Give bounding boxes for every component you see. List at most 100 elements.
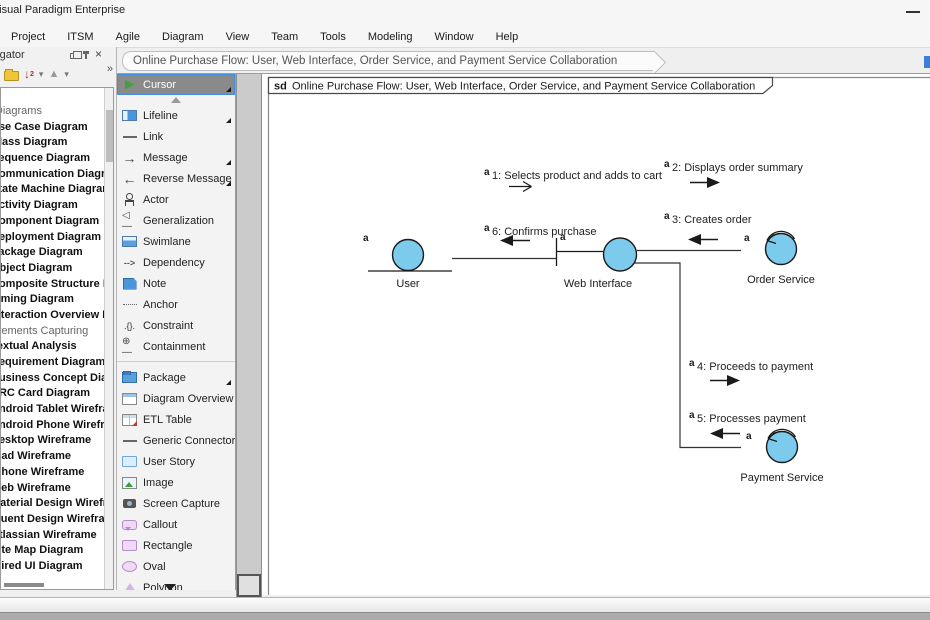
float-panel-icon[interactable] [70,53,77,59]
nav-item[interactable]: Fluent Design Wireframe [0,512,113,528]
palette-tool[interactable]: ETL Table [117,409,235,430]
palette-tool[interactable]: Containment [117,336,235,357]
nav-item[interactable]: Requirements Capturing [0,324,113,340]
nav-item[interactable]: Android Phone Wireframe [0,418,113,434]
palette-tool[interactable]: Link [117,126,235,147]
chevron-down-icon[interactable]: ▾ [39,69,44,80]
nav-item[interactable]: Package Diagram [0,245,113,261]
nav-item[interactable]: Object Diagram [0,261,113,277]
menu-item[interactable]: Diagram [151,31,215,43]
palette-tool-label: Swimlane [143,236,191,248]
palette-tool[interactable]: Diagram Overview [117,388,235,409]
nav-item[interactable]: Interaction Overview Diagram [0,308,113,324]
tree-vertical-scrollbar[interactable] [104,88,113,589]
entity-circle-icon[interactable] [393,240,424,271]
breadcrumb[interactable]: Online Purchase Flow: User, Web Interfac… [122,51,655,71]
open-project-icon[interactable] [4,71,19,81]
palette-tool[interactable]: Generalization [117,210,235,231]
scroll-up-icon[interactable] [171,97,181,103]
message-1[interactable]: a 1: Selects product and adds to cart [484,167,662,192]
stereotype-marker: a [744,233,750,244]
palette-tool[interactable]: Rectangle [117,535,235,556]
nav-item[interactable]: Site Map Diagram [0,543,113,559]
palette-tool[interactable]: Screen Capture [117,493,235,514]
nav-item[interactable]: Material Design Wireframe [0,496,113,512]
menu-item[interactable]: Project [0,31,56,43]
palette-tool[interactable]: Anchor [117,294,235,315]
nav-item[interactable]: CRC Card Diagram [0,386,113,402]
nav-item[interactable]: Wired UI Diagram [0,559,113,575]
scrollbar-thumb[interactable] [106,110,113,162]
lifeline-user[interactable]: a User [363,233,452,290]
diagram-canvas[interactable]: sd Online Purchase Flow: User, Web Inter… [262,74,930,595]
nav-item[interactable]: Composite Structure Diagram [0,277,113,293]
lifeline-payment-service[interactable]: a Payment Service [740,429,823,484]
toolbar-overflow-icon[interactable]: » [107,63,113,75]
menu-item[interactable]: Team [260,31,309,43]
message-6[interactable]: a 6: Confirms purchase [484,223,597,246]
palette-tool[interactable]: Swimlane [117,231,235,252]
nav-item[interactable]: Timing Diagram [0,292,113,308]
nav-item[interactable]: Textual Analysis [0,339,113,355]
palette-tool[interactable]: Image [117,472,235,493]
palette-tool[interactable]: Cursor [117,74,235,95]
palette-tool[interactable]: Lifeline [117,105,235,126]
nav-item[interactable]: UML Diagrams [0,104,113,120]
palette-tool[interactable]: Generic Connector [117,430,235,451]
palette-tool[interactable]: Constraint [117,315,235,336]
nav-item[interactable]: Android Tablet Wireframe [0,402,113,418]
package-icon [122,371,137,384]
menu-item[interactable]: View [215,31,261,43]
splitter-handle[interactable] [237,574,261,597]
nav-item[interactable]: Atlassian Wireframe [0,528,113,544]
nav-item[interactable]: Component Diagram [0,214,113,230]
nav-item[interactable]: Communication Diagram [0,167,113,183]
scroll-down-icon[interactable] [164,584,176,590]
nav-item[interactable]: Requirement Diagram [0,355,113,371]
collapse-all-icon[interactable]: ▲ [48,68,59,80]
palette-tool[interactable]: Message [117,147,235,168]
palette-tool[interactable]: User Story [117,451,235,472]
palette-tool[interactable]: Package [117,367,235,388]
menu-item[interactable]: Modeling [357,31,424,43]
lifeline-web-interface[interactable]: a Web Interface [557,232,637,290]
sort-icon[interactable]: ↓ [24,68,34,81]
palette-tool[interactable]: Polygon [117,577,235,590]
palette-tool[interactable]: Note [117,273,235,294]
minimize-button[interactable] [906,11,920,13]
palette-tool[interactable]: Dependency [117,252,235,273]
boundary-circle-icon[interactable] [604,238,637,271]
nav-item[interactable]: State Machine Diagram [0,182,113,198]
menu-item[interactable]: Tools [309,31,357,43]
panel-toggle-button[interactable] [924,56,930,68]
message-3[interactable]: a 3: Creates order [664,211,752,245]
panel-splitter[interactable] [236,74,262,597]
nav-item[interactable]: Web Wireframe [0,481,113,497]
nav-item[interactable]: iPhone Wireframe [0,465,113,481]
tree-horizontal-scrollbar[interactable] [4,583,44,587]
nav-item[interactable]: Activity Diagram [0,198,113,214]
nav-item-label: iPhone Wireframe [0,466,84,478]
message-2[interactable]: a 2: Displays order summary [664,159,803,188]
close-icon[interactable]: × [95,49,102,59]
nav-item[interactable]: Business Concept Diagram [0,371,113,387]
menu-item[interactable]: Help [485,31,530,43]
menu-item[interactable]: Window [423,31,484,43]
palette-tool[interactable]: Actor [117,189,235,210]
lifeline-order-service[interactable]: a Order Service [744,231,815,286]
menu-item[interactable]: Agile [105,31,151,43]
menu-item[interactable]: ITSM [56,31,104,43]
palette-tool[interactable]: Callout [117,514,235,535]
nav-item[interactable]: Use Case Diagram [0,120,113,136]
nav-item[interactable]: iPad Wireframe [0,449,113,465]
palette-tool[interactable]: Reverse Message [117,168,235,189]
nav-item[interactable]: Class Diagram [0,135,113,151]
chevron-down-icon[interactable]: ▾ [64,69,69,80]
nav-item[interactable]: Desktop Wireframe [0,433,113,449]
nav-item[interactable]: Sequence Diagram [0,151,113,167]
message-4[interactable]: a 4: Proceeds to payment [689,358,813,386]
pin-icon[interactable] [85,51,87,59]
nav-item-label: State Machine Diagram [0,183,112,195]
palette-tool[interactable]: Oval [117,556,235,577]
nav-item[interactable]: Deployment Diagram [0,230,113,246]
